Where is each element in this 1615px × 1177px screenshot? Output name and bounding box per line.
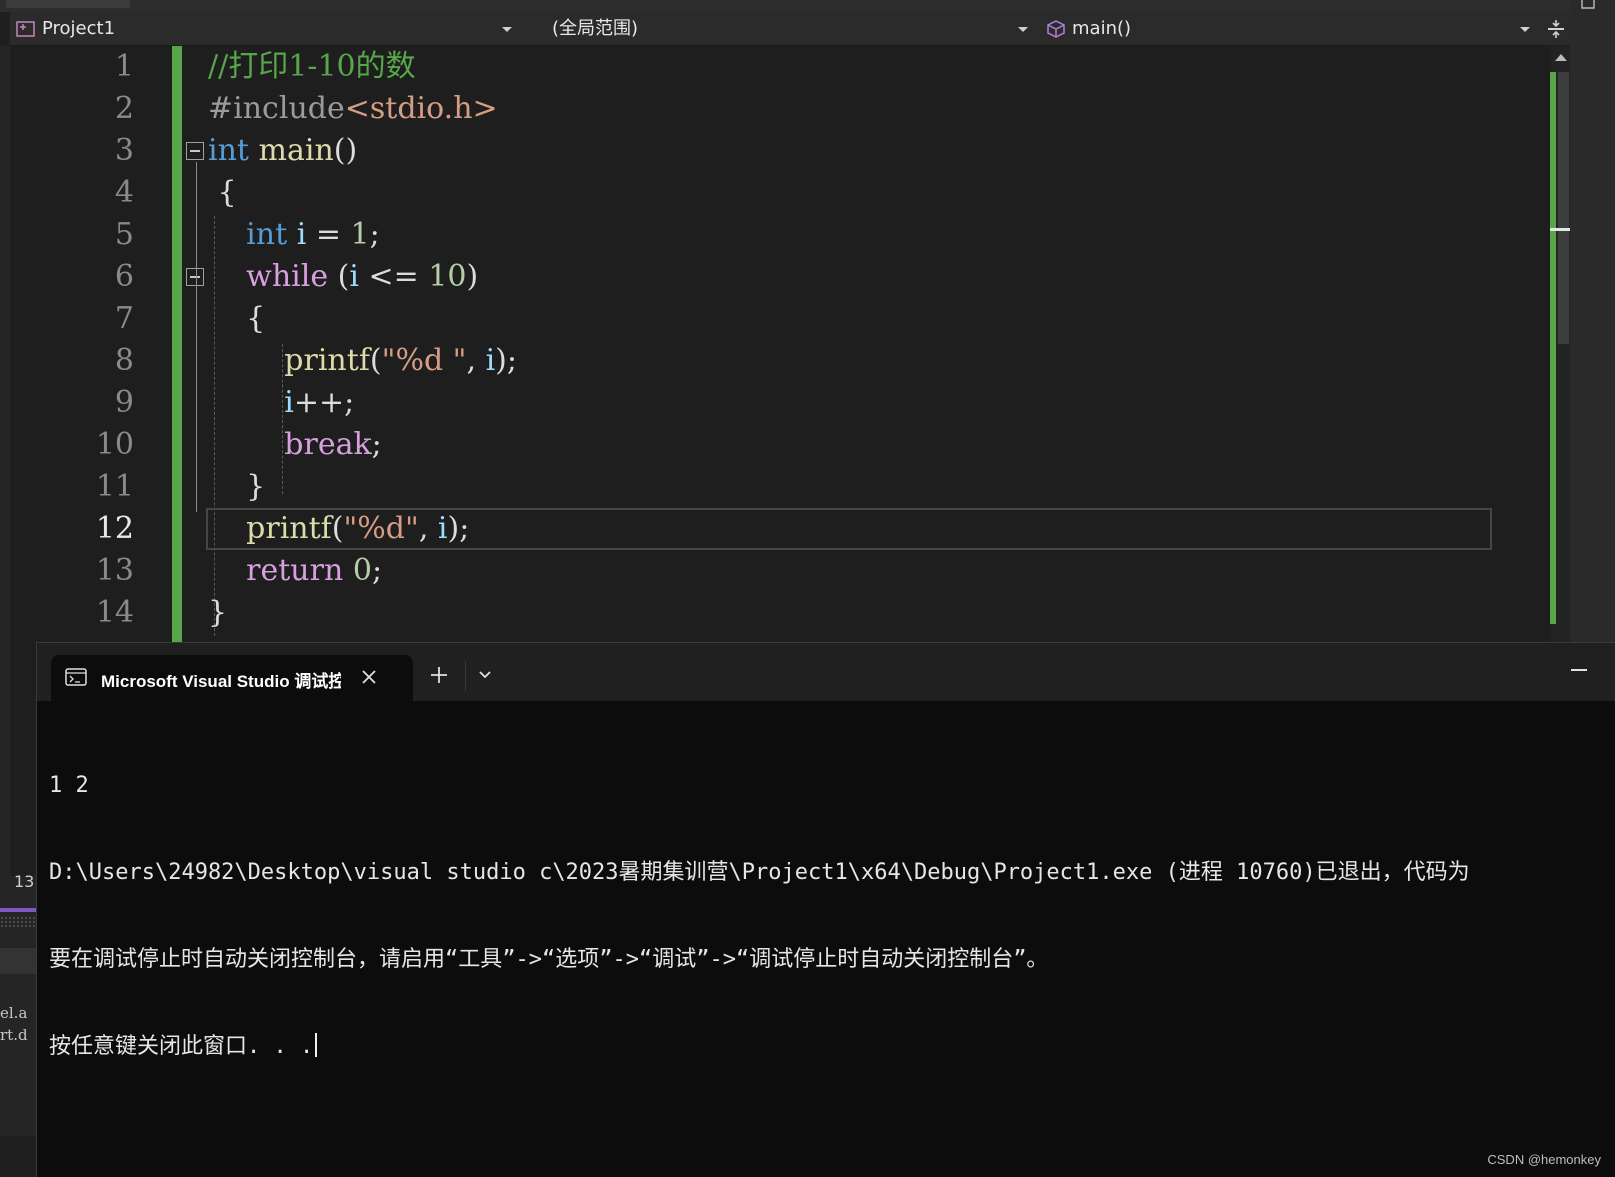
line-number: 8 (114, 343, 134, 378)
output-line: 要在调试停止时自动关闭控制台，请启用“工具”->“选项”->“调试”->“调试停… (49, 947, 1049, 972)
panel-grip[interactable] (0, 916, 36, 928)
fold-toggle-while[interactable] (186, 268, 204, 286)
code-line-6: while (i <= 10) (246, 259, 479, 294)
code-line-4: { (217, 175, 237, 210)
right-edge-panel (1570, 0, 1615, 642)
terminal-titlebar[interactable]: Microsoft Visual Studio 调试控制台 (37, 643, 1615, 701)
scroll-up-icon[interactable] (1555, 54, 1567, 61)
line-number: 7 (114, 301, 134, 336)
code-line-3: int main() (208, 133, 358, 168)
line-number: 9 (114, 385, 134, 420)
line-number: 2 (114, 91, 134, 126)
debug-console-window[interactable]: Microsoft Visual Studio 调试控制台 1 2 D:\Use… (36, 642, 1615, 1177)
scope-dropdown[interactable]: (全局范围) (524, 15, 1036, 43)
code-line-7: { (246, 301, 266, 336)
fold-line (196, 162, 197, 512)
member-dropdown[interactable]: main() (1040, 15, 1538, 43)
line-number: 3 (114, 133, 134, 168)
output-line: 1 2 (49, 773, 89, 798)
line-number: 10 (95, 427, 134, 462)
project-icon (16, 21, 35, 37)
project-label: Project1 (42, 18, 116, 39)
split-icon[interactable] (1542, 15, 1570, 43)
cube-icon (1047, 20, 1065, 38)
chevron-down-icon (1018, 27, 1028, 32)
vertical-scrollbar[interactable] (1550, 46, 1570, 642)
minimize-icon[interactable] (1571, 669, 1587, 671)
top-tab-remnant[interactable] (6, 0, 130, 8)
output-line: D:\Users\24982\Desktop\visual studio c\2… (49, 860, 1470, 885)
line-number: 13 (95, 553, 134, 588)
watermark: CSDN @hemonkey (1487, 1152, 1601, 1167)
plus-icon[interactable] (429, 665, 449, 685)
screen: Project1 (全局范围) main() 1 2 3 4 5 6 7 8 9… (0, 0, 1615, 1177)
line-number: 6 (114, 259, 134, 294)
scroll-thumb[interactable] (1558, 72, 1569, 344)
line-number: 11 (95, 469, 134, 504)
code-line-1: //打印1-10的数 (208, 49, 416, 84)
caret-position-marker (1550, 228, 1570, 231)
code-line-5: int i = 1; (246, 217, 380, 252)
code-editor[interactable]: 1 2 3 4 5 6 7 8 9 10 11 12 13 14 //打印1-1… (46, 46, 1550, 642)
change-tracking-bar (172, 46, 182, 642)
chevron-down-icon[interactable] (477, 667, 493, 683)
scope-label: (全局范围) (552, 18, 639, 39)
code-line-8: printf("%d ", i); (284, 343, 517, 378)
code-line-14: } (208, 595, 228, 630)
terminal-tab-title: Microsoft Visual Studio 调试控制台 (101, 672, 341, 691)
code-line-2: #include<stdio.h> (208, 91, 498, 126)
code-line-10: break; (284, 427, 382, 462)
tab-separator (465, 661, 466, 691)
code-line-12: printf("%d", i); (246, 511, 470, 546)
top-tab-strip (0, 0, 1615, 12)
code-line-9: i++; (284, 385, 355, 420)
terminal-output[interactable]: 1 2 D:\Users\24982\Desktop\visual studio… (49, 713, 1609, 1119)
line-indicator: 13 (14, 872, 35, 891)
chevron-down-icon (502, 27, 512, 32)
chevron-down-icon (1520, 27, 1530, 32)
project-dropdown[interactable]: Project1 (10, 15, 520, 43)
close-icon[interactable] (359, 667, 379, 687)
code-line-13: return 0; (246, 553, 383, 588)
output-text-remnant: rt.d (0, 1026, 28, 1044)
line-number: 4 (114, 175, 134, 210)
prompt-text: 按任意键关闭此窗口. . . (49, 1034, 314, 1059)
output-line-prompt: 按任意键关闭此窗口. . . (49, 1032, 1609, 1061)
fold-toggle-main[interactable] (186, 142, 204, 160)
text-cursor (315, 1033, 318, 1057)
panel-lower-remnant (0, 1136, 36, 1177)
line-number: 5 (114, 217, 134, 252)
code-line-11: } (246, 469, 266, 504)
pin-icon[interactable] (1580, 0, 1596, 10)
terminal-tab[interactable]: Microsoft Visual Studio 调试控制台 (51, 655, 413, 701)
line-number: 1 (114, 49, 134, 84)
member-label: main() (1072, 18, 1132, 39)
navigation-bar: Project1 (全局范围) main() (10, 12, 1570, 46)
terminal-icon (65, 668, 87, 686)
line-number: 14 (95, 595, 134, 630)
output-text-remnant: el.a (0, 1004, 28, 1022)
changes-overview-marker (1550, 72, 1556, 624)
line-number-active: 12 (95, 511, 134, 546)
panel-header-remnant (0, 948, 36, 974)
